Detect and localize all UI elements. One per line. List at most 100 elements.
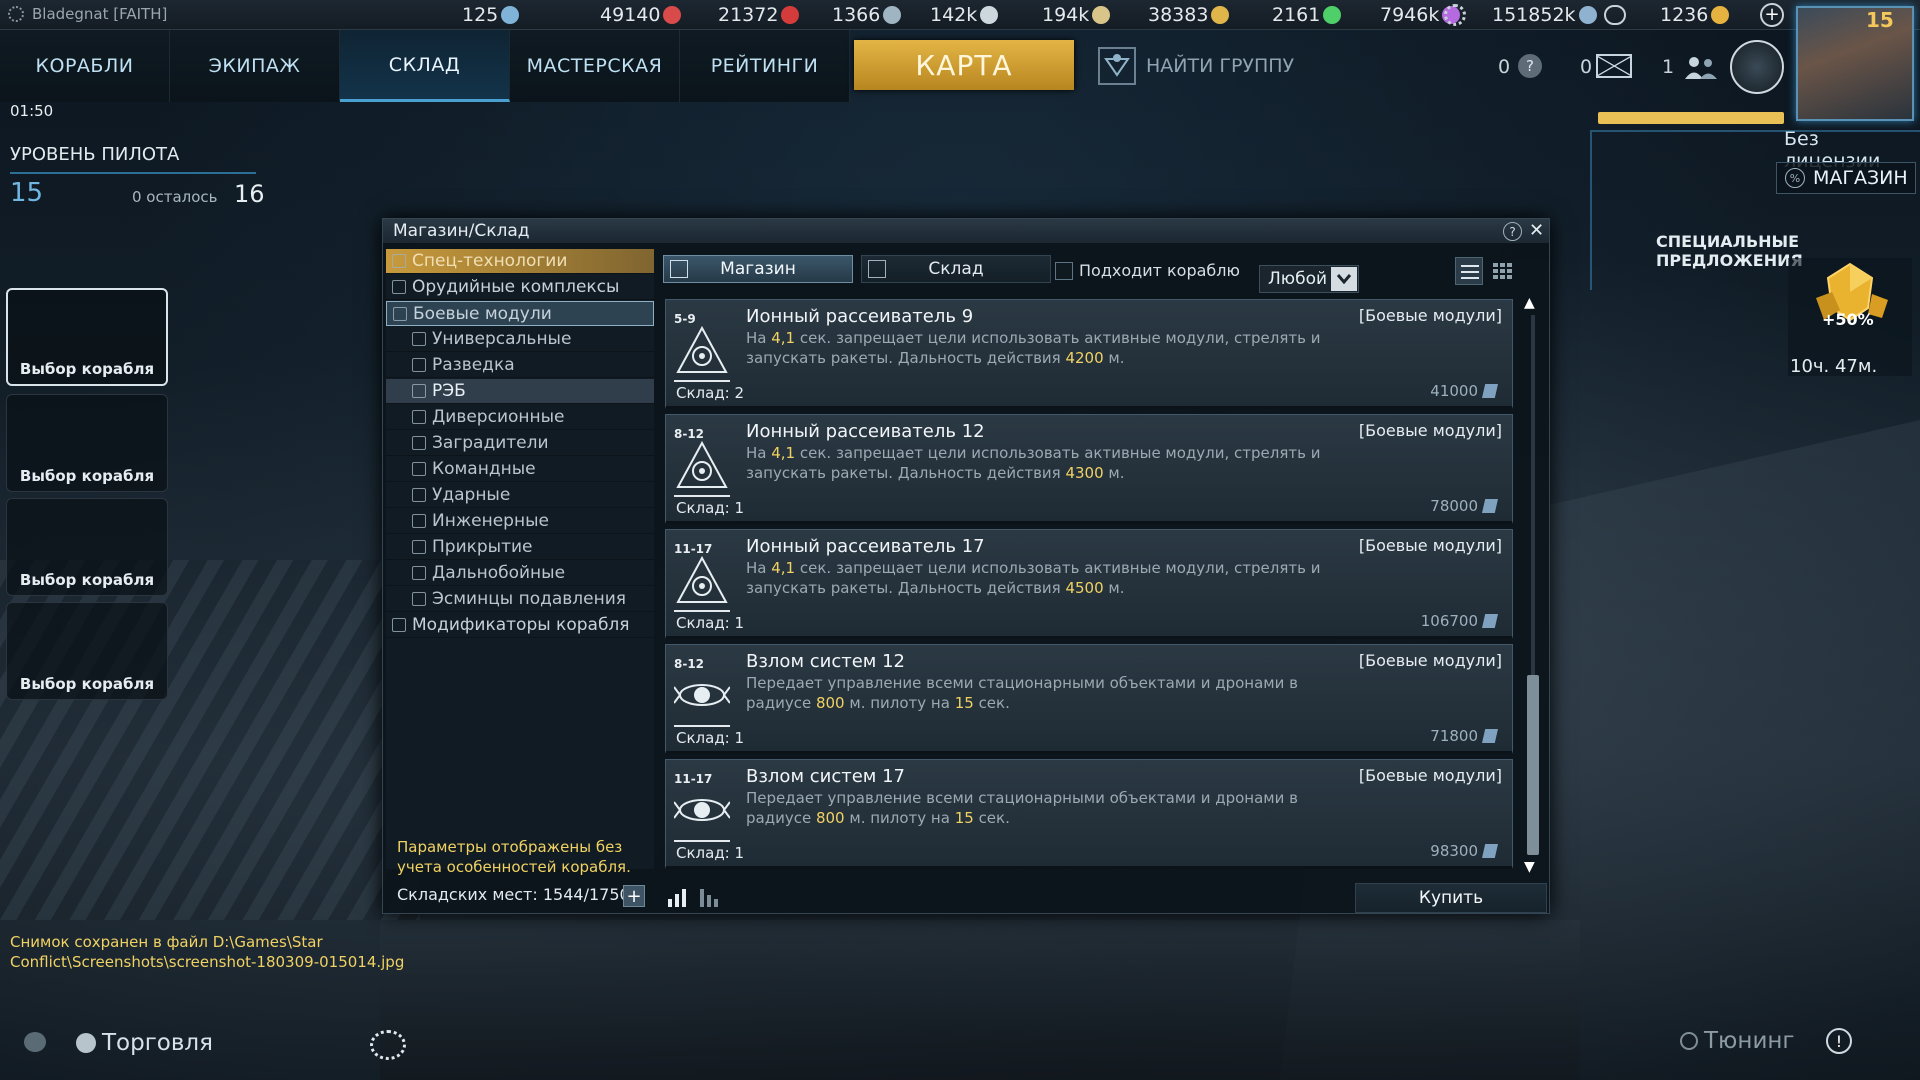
category-universal[interactable]: Универсальные (386, 327, 654, 352)
scroll-down-icon[interactable]: ▼ (1524, 859, 1535, 875)
help-icon[interactable]: ? (1518, 54, 1542, 78)
weapon-icon (392, 280, 406, 294)
category-ecm[interactable]: РЭБ (386, 379, 654, 404)
engineer-icon (412, 514, 426, 528)
list-item[interactable]: 8-12 Взлом систем 12 [Боевые модули] Переда… (665, 644, 1513, 754)
item-stock: Склад: 1 (676, 844, 745, 862)
list-item[interactable]: 11-17 Ионный рассеиватель 17 [Боевые модул… (665, 529, 1513, 639)
desc-text: сек. запрещает цели использовать активны… (746, 559, 1321, 597)
tab-crew[interactable]: ЭКИПАЖ (170, 30, 340, 102)
resource-gem: 21372 (718, 4, 800, 26)
item-description: Передает управление всеми стационарными … (746, 788, 1366, 828)
resource-value: 49140 (600, 4, 661, 26)
item-name: Ионный рассеиватель 17 (746, 536, 985, 557)
long-range-icon (412, 566, 426, 580)
stats-chart-icon[interactable] (665, 885, 691, 909)
grid-view-icon[interactable] (1489, 257, 1517, 285)
list-item[interactable]: 11-17 Взлом систем 17 [Боевые модули] Перед… (665, 759, 1513, 869)
resource-value: 1236 (1660, 4, 1709, 26)
ship-slot-2[interactable]: Выбор корабля (6, 394, 168, 492)
chevron-down-icon[interactable] (1331, 267, 1357, 291)
shop-button[interactable]: % МАГАЗИН (1776, 162, 1916, 194)
ion-disperser-icon (674, 324, 730, 376)
tab-ratings[interactable]: РЕЙТИНГИ (680, 30, 850, 102)
category-recon[interactable]: Разведка (386, 353, 654, 378)
tab-workshop[interactable]: МАСТЕРСКАЯ (510, 30, 680, 102)
experience-bar (1598, 112, 1784, 124)
item-description: На 4,1 сек. запрещает цели использовать … (746, 328, 1366, 368)
list-view-icon[interactable] (1455, 257, 1483, 285)
universal-icon (412, 332, 426, 346)
tab-shop[interactable]: Магазин (663, 255, 853, 283)
covert-icon (412, 410, 426, 424)
list-item[interactable]: 8-12 Ионный рассеиватель 12 [Боевые модули… (665, 414, 1513, 524)
corp-emblem-icon[interactable] (1730, 40, 1784, 94)
tuning-button[interactable]: Тюнинг (1680, 1028, 1795, 1054)
ship-slot-4[interactable]: Выбор корабля (6, 602, 168, 700)
chat-icon[interactable] (24, 1032, 46, 1052)
add-currency-icon[interactable]: + (1760, 3, 1784, 27)
category-spec-tech[interactable]: Спец-технологии (386, 249, 654, 274)
category-cover[interactable]: Прикрытие (386, 535, 654, 560)
friends-count: 1 (1662, 56, 1675, 78)
cover-icon (412, 540, 426, 554)
list-item[interactable]: 5-9 Ионный рассеиватель 9 [Боевые модули] Н… (665, 299, 1513, 409)
desc-text: сек. запрещает цели использовать активны… (746, 444, 1321, 482)
category-strike[interactable]: Ударные (386, 483, 654, 508)
info-icon[interactable]: ! (1826, 1028, 1852, 1054)
category-suppression-destroyers[interactable]: Эсминцы подавления (386, 587, 654, 612)
category-weapon-complexes[interactable]: Орудийные комплексы (386, 275, 654, 300)
desc-value: 4,1 (771, 559, 796, 577)
gold-icon (1711, 6, 1730, 24)
tab-storage[interactable]: СКЛАД (340, 30, 510, 102)
ship-slot-1[interactable]: Выбор корабля (6, 288, 168, 386)
category-covert[interactable]: Диверсионные (386, 405, 654, 430)
fit-ship-checkbox[interactable] (1055, 262, 1073, 280)
ion-disperser-icon (674, 439, 730, 491)
scrollbar-thumb[interactable] (1527, 675, 1539, 855)
offer-percent: +50% (1822, 310, 1874, 329)
settings-gear-icon[interactable] (8, 6, 24, 22)
item-category: [Боевые модули] (1358, 536, 1502, 555)
gem-icon (781, 6, 800, 24)
dialog-help-icon[interactable]: ? (1503, 222, 1522, 241)
destroyer-icon (412, 592, 426, 606)
trade-icon (76, 1033, 96, 1053)
item-icon-underline (674, 380, 730, 382)
pilot-level-current: 15 (10, 178, 44, 208)
desc-text: На (746, 329, 772, 347)
resource-value: 1366 (832, 4, 881, 26)
desc-text: сек. (973, 694, 1010, 712)
category-barriers[interactable]: Заградители (386, 431, 654, 456)
mail-icon[interactable] (1596, 54, 1632, 78)
expand-storage-button[interactable]: + (623, 885, 645, 907)
pilot-level-title: УРОВЕНЬ ПИЛОТА (10, 144, 180, 165)
compare-chart-icon[interactable] (697, 885, 723, 909)
pilot-avatar[interactable] (1796, 6, 1914, 121)
category-long-range[interactable]: Дальнобойные (386, 561, 654, 586)
price-value: 78000 (1430, 497, 1478, 515)
system-hack-icon (674, 784, 730, 836)
item-category: [Боевые модули] (1358, 651, 1502, 670)
tab-store[interactable]: Склад (861, 255, 1051, 283)
ship-slot-3[interactable]: Выбор корабля (6, 498, 168, 596)
trade-button[interactable]: Торговля (76, 1030, 213, 1056)
map-button[interactable]: КАРТА (854, 40, 1074, 90)
item-category: [Боевые модули] (1358, 306, 1502, 325)
menu-gear-icon[interactable] (1444, 4, 1466, 26)
resource-value: 7946k (1380, 4, 1440, 26)
coin-icon (883, 6, 902, 24)
tab-ships[interactable]: КОРАБЛИ (0, 30, 170, 102)
credit-icon (1578, 6, 1597, 24)
resource-value: 125 (462, 4, 499, 26)
dialog-close-icon[interactable]: ✕ (1529, 220, 1544, 241)
exchange-icon[interactable] (1604, 5, 1626, 25)
category-command[interactable]: Командные (386, 457, 654, 482)
category-ship-modifiers[interactable]: Модификаторы корабля (386, 613, 654, 638)
friends-icon[interactable] (1684, 54, 1718, 80)
category-combat-modules[interactable]: Боевые модули (386, 301, 654, 326)
scroll-up-icon[interactable]: ▲ (1524, 295, 1535, 311)
buy-button[interactable]: Купить (1355, 883, 1547, 913)
find-group-button[interactable]: НАЙТИ ГРУППУ (1098, 46, 1294, 86)
category-engineer[interactable]: Инженерные (386, 509, 654, 534)
